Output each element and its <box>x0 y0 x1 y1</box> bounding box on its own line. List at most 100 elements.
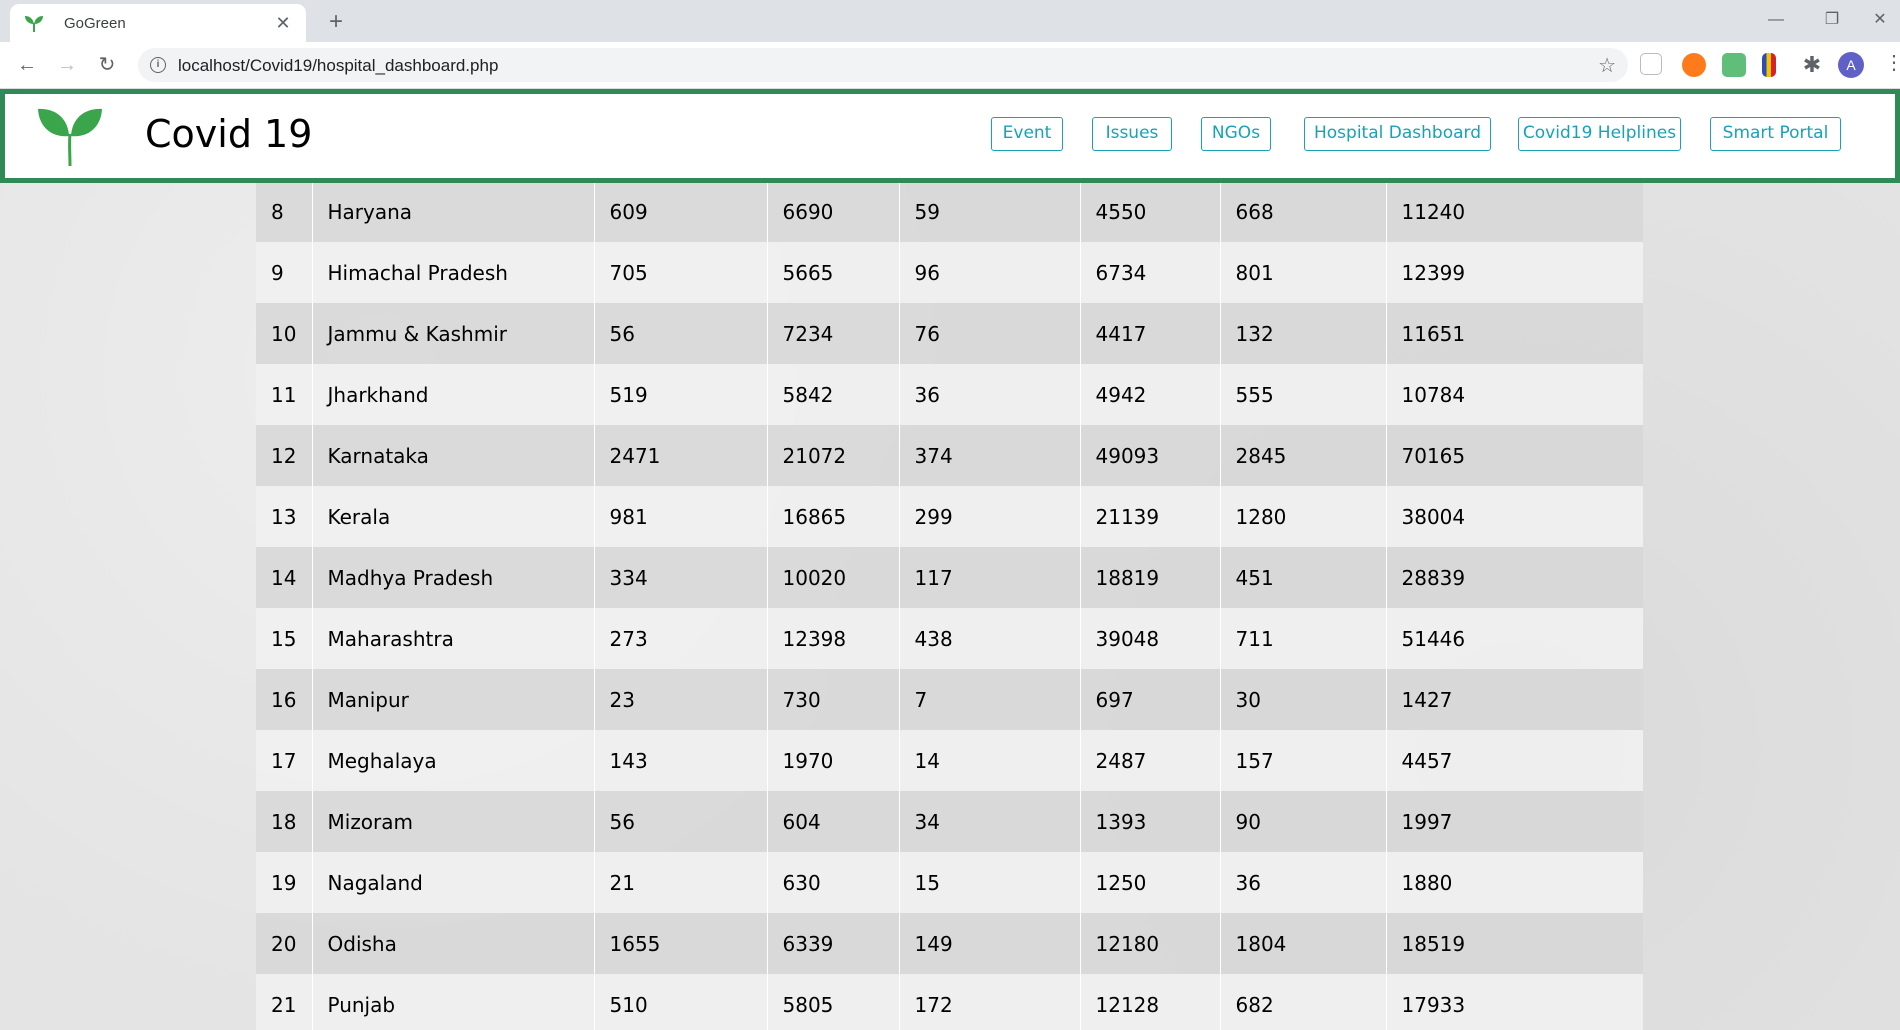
minimize-icon[interactable]: — <box>1756 6 1796 34</box>
cell-value: 1880 <box>1385 852 1643 913</box>
address-bar[interactable]: i localhost/Covid19/hospital_dashboard.p… <box>138 48 1628 82</box>
cell-value: 1997 <box>1385 791 1643 852</box>
cell-value: 334 <box>593 547 767 608</box>
row-number: 14 <box>256 547 312 608</box>
cell-value: 5842 <box>766 364 899 425</box>
state-name: Himachal Pradesh <box>311 242 594 303</box>
cell-value: 117 <box>898 547 1080 608</box>
cell-value: 28839 <box>1385 547 1643 608</box>
bookmark-star-icon[interactable]: ☆ <box>1598 53 1616 78</box>
nav-smart-portal-button[interactable]: Smart Portal <box>1710 117 1841 151</box>
cell-value: 630 <box>766 852 899 913</box>
cell-value: 59 <box>898 182 1080 242</box>
row-number: 10 <box>256 303 312 364</box>
tab-title: GoGreen <box>64 15 126 32</box>
extension-flag-icon[interactable] <box>1762 53 1776 77</box>
nav-ngos-button[interactable]: NGOs <box>1201 117 1271 151</box>
state-name: Haryana <box>311 182 594 242</box>
cell-value: 273 <box>593 608 767 669</box>
cell-value: 36 <box>1219 852 1386 913</box>
cell-value: 374 <box>898 425 1080 486</box>
table-row: 13 Kerala 981 16865 299 21139 1280 38004 <box>256 486 1643 547</box>
cell-value: 705 <box>593 242 767 303</box>
cell-value: 70165 <box>1385 425 1643 486</box>
cell-value: 11651 <box>1385 303 1643 364</box>
table-row: 21 Punjab 510 5805 172 12128 682 17933 <box>256 974 1643 1030</box>
extensions-puzzle-icon[interactable]: ✱ <box>1800 53 1824 77</box>
cell-value: 15 <box>898 852 1080 913</box>
cell-value: 38004 <box>1385 486 1643 547</box>
table-row: 16 Manipur 23 730 7 697 30 1427 <box>256 669 1643 730</box>
table-row: 14 Madhya Pradesh 334 10020 117 18819 451 28839 <box>256 547 1643 608</box>
cell-value: 21139 <box>1079 486 1220 547</box>
browser-menu-icon[interactable]: ⋮ <box>1884 50 1900 75</box>
browser-tab[interactable]: GoGreen ✕ <box>10 4 306 42</box>
cell-value: 1393 <box>1079 791 1220 852</box>
new-tab-icon[interactable]: + <box>322 8 350 36</box>
cell-value: 12128 <box>1079 974 1220 1030</box>
cell-value: 56 <box>593 791 767 852</box>
site-header: Covid 19 Event Issues NGOs Hospital Dash… <box>0 89 1900 183</box>
row-number: 21 <box>256 974 312 1030</box>
row-number: 15 <box>256 608 312 669</box>
nav-event-button[interactable]: Event <box>991 117 1063 151</box>
nav-issues-button[interactable]: Issues <box>1092 117 1172 151</box>
table-row: 10 Jammu & Kashmir 56 7234 76 4417 132 11651 <box>256 303 1643 364</box>
cell-value: 172 <box>898 974 1080 1030</box>
cell-value: 668 <box>1219 182 1386 242</box>
state-name: Nagaland <box>311 852 594 913</box>
reload-icon[interactable]: ↻ <box>92 50 122 80</box>
extension-orange-icon[interactable] <box>1682 53 1706 77</box>
row-number: 20 <box>256 913 312 974</box>
cell-value: 730 <box>766 669 899 730</box>
state-name: Punjab <box>311 974 594 1030</box>
extension-green-icon[interactable] <box>1722 53 1746 77</box>
cell-value: 438 <box>898 608 1080 669</box>
cell-value: 23 <box>593 669 767 730</box>
close-window-icon[interactable]: ✕ <box>1860 6 1900 34</box>
cell-value: 4417 <box>1079 303 1220 364</box>
cell-value: 1427 <box>1385 669 1643 730</box>
nav-hospital-dashboard-button[interactable]: Hospital Dashboard <box>1304 117 1491 151</box>
cell-value: 12399 <box>1385 242 1643 303</box>
site-info-icon[interactable]: i <box>150 57 166 73</box>
close-tab-icon[interactable]: ✕ <box>272 12 294 34</box>
cell-value: 5805 <box>766 974 899 1030</box>
extension-pocket-icon[interactable] <box>1640 53 1662 75</box>
cell-value: 132 <box>1219 303 1386 364</box>
row-number: 8 <box>256 182 312 242</box>
table-row: 9 Himachal Pradesh 705 5665 96 6734 801 12399 <box>256 242 1643 303</box>
cell-value: 21 <box>593 852 767 913</box>
cell-value: 16865 <box>766 486 899 547</box>
leaf-logo-icon <box>38 108 102 167</box>
cell-value: 12180 <box>1079 913 1220 974</box>
state-name: Madhya Pradesh <box>311 547 594 608</box>
cell-value: 2471 <box>593 425 767 486</box>
row-number: 9 <box>256 242 312 303</box>
cell-value: 682 <box>1219 974 1386 1030</box>
cell-value: 609 <box>593 182 767 242</box>
cell-value: 4457 <box>1385 730 1643 791</box>
cell-value: 604 <box>766 791 899 852</box>
cell-value: 157 <box>1219 730 1386 791</box>
cell-value: 18819 <box>1079 547 1220 608</box>
nav-covid19-helplines-button[interactable]: Covid19 Helplines <box>1518 117 1681 151</box>
state-name: Kerala <box>311 486 594 547</box>
cell-value: 555 <box>1219 364 1386 425</box>
cell-value: 90 <box>1219 791 1386 852</box>
cell-value: 18519 <box>1385 913 1643 974</box>
cell-value: 451 <box>1219 547 1386 608</box>
cell-value: 10020 <box>766 547 899 608</box>
cell-value: 1804 <box>1219 913 1386 974</box>
row-number: 11 <box>256 364 312 425</box>
cell-value: 981 <box>593 486 767 547</box>
cell-value: 10784 <box>1385 364 1643 425</box>
cell-value: 1970 <box>766 730 899 791</box>
cell-value: 5665 <box>766 242 899 303</box>
back-icon[interactable]: ← <box>12 50 42 80</box>
cell-value: 51446 <box>1385 608 1643 669</box>
profile-avatar[interactable]: A <box>1838 52 1864 78</box>
row-number: 12 <box>256 425 312 486</box>
restore-icon[interactable]: ❐ <box>1812 6 1852 34</box>
forward-icon[interactable]: → <box>52 50 82 80</box>
